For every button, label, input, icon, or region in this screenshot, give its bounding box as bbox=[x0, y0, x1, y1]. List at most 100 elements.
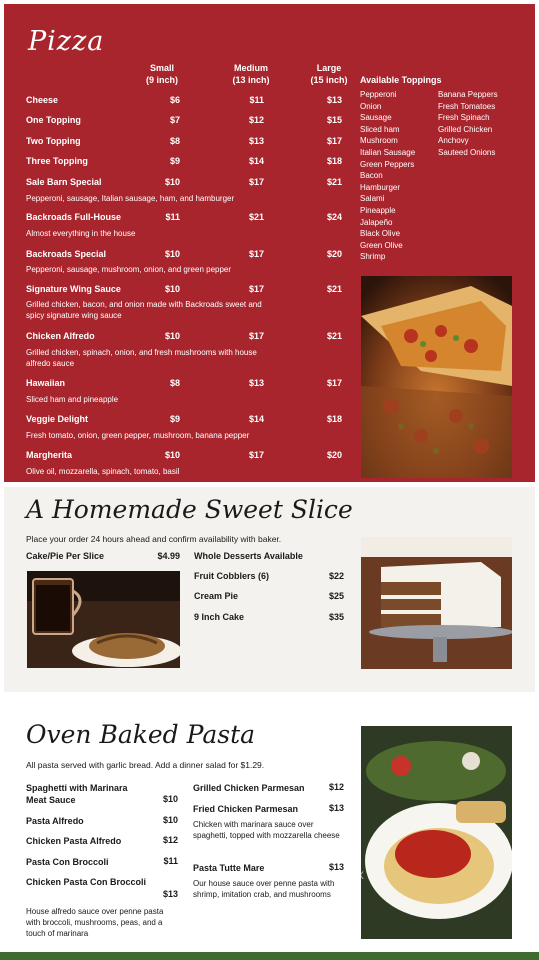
topping-item: Salami bbox=[360, 194, 385, 204]
size-label: Medium bbox=[233, 63, 268, 73]
pizza-price-medium: $17 bbox=[248, 284, 264, 294]
pasta-item-price: $11 bbox=[163, 856, 178, 866]
pizza-price-large: $18 bbox=[326, 414, 342, 424]
pasta-item-name: Pasta Alfredo bbox=[26, 816, 84, 826]
pizza-price-large: $13 bbox=[326, 95, 342, 105]
size-label: Large bbox=[316, 63, 342, 73]
pasta-item-desc: House alfredo sauce over penne pasta wit… bbox=[26, 907, 164, 938]
watermark-text: menupix bbox=[305, 866, 365, 882]
pizza-item-name: Veggie Delight bbox=[26, 414, 89, 424]
pasta-item-name: Pasta Tutte Mare bbox=[193, 863, 265, 873]
pizza-price-large: $17 bbox=[326, 378, 342, 388]
topping-item: Banana Peppers bbox=[438, 90, 498, 99]
pizza-price-small: $7 bbox=[169, 115, 180, 125]
pizza-item-desc: Pepperoni, sausage, mushroom, onion, and… bbox=[26, 265, 232, 274]
pasta-item-price: $13 bbox=[328, 803, 344, 813]
pizza-item-desc: Sliced ham and pineapple bbox=[26, 395, 119, 404]
size-sub: (13 inch) bbox=[232, 75, 270, 85]
topping-item: Black Olive bbox=[360, 229, 401, 239]
pizza-price-small: $6 bbox=[169, 95, 180, 105]
topping-item: Hamburger bbox=[360, 182, 401, 192]
pizza-section: Pizza Small (9 inch) Medium (13 inch) La… bbox=[4, 4, 535, 482]
pizza-item-name: Backroads Full-House bbox=[26, 212, 122, 222]
pizza-price-large: $17 bbox=[326, 136, 342, 146]
pizza-price-small: $9 bbox=[169, 414, 180, 424]
pizza-price-large: $24 bbox=[326, 212, 342, 222]
topping-item: Pepperoni bbox=[360, 90, 397, 99]
pizza-price-large: $21 bbox=[326, 284, 342, 294]
pizza-item-name: Cheese bbox=[26, 95, 59, 105]
pizza-price-medium: $14 bbox=[248, 156, 264, 166]
pizza-price-small: $10 bbox=[164, 249, 180, 259]
size-label: Small bbox=[149, 63, 174, 73]
pizza-price-medium: $17 bbox=[248, 331, 264, 341]
pizza-price-small: $10 bbox=[164, 450, 180, 460]
toppings-list-1: Pepperoni Onion Sausage Sliced ham Mushroom I… bbox=[360, 89, 415, 263]
pizza-price-small: $8 bbox=[169, 378, 180, 388]
topping-item: Pineapple bbox=[360, 205, 396, 215]
topping-item: Green Peppers bbox=[360, 159, 415, 169]
topping-item: Green Olive bbox=[360, 240, 403, 250]
pasta-item-name: Fried Chicken Parmesan bbox=[193, 804, 299, 814]
size-header-small: Small (9 inch) bbox=[132, 62, 192, 86]
dessert-note: Place your order 24 hours ahead and conf… bbox=[26, 534, 282, 544]
pasta-item-price: $12 bbox=[162, 835, 178, 845]
dessert-title: A Homemade Sweet Slice bbox=[26, 495, 353, 524]
pizza-item-name: Signature Wing Sauce bbox=[26, 284, 121, 294]
pasta-item-price: $12 bbox=[328, 782, 344, 792]
pizza-item-name: Backroads Special bbox=[26, 249, 107, 259]
pizza-item-name: Three Topping bbox=[26, 156, 88, 166]
pizza-item-desc: Olive oil, mozzarella, spinach, tomato, … bbox=[26, 467, 180, 476]
size-header-medium: Medium (13 inch) bbox=[216, 62, 286, 86]
topping-item: Italian Sausage bbox=[360, 147, 416, 157]
pizza-price-large: $20 bbox=[326, 450, 342, 460]
dessert-section: A Homemade Sweet Slice Place your order … bbox=[4, 487, 535, 692]
pizza-item-name: Margherita bbox=[26, 450, 73, 460]
pizza-item-desc: Pepperoni, sausage, Italian sausage, ham… bbox=[26, 194, 235, 203]
whole-item-name: 9 Inch Cake bbox=[194, 612, 245, 622]
pasta-item-name: Pasta Con Broccoli bbox=[26, 857, 109, 867]
topping-item: Sausage bbox=[360, 113, 392, 123]
pasta-item-name: Chicken Pasta Alfredo bbox=[26, 836, 122, 846]
pizza-price-medium: $14 bbox=[248, 414, 264, 424]
pasta-item-name: Grilled Chicken Parmesan bbox=[193, 783, 305, 793]
pizza-price-medium: $17 bbox=[248, 177, 264, 187]
size-header-large: Large (15 inch) bbox=[298, 62, 360, 86]
pizza-item-name: Hawaiian bbox=[26, 378, 66, 388]
whole-item-price: $35 bbox=[328, 612, 344, 622]
topping-item: Onion bbox=[360, 101, 382, 111]
pasta-note: All pasta served with garlic bread. Add … bbox=[26, 760, 265, 770]
pasta-item-price: $13 bbox=[162, 889, 178, 899]
pizza-photo bbox=[361, 276, 512, 478]
dessert-cake-photo bbox=[361, 537, 512, 669]
pizza-item-name: Sale Barn Special bbox=[26, 177, 102, 187]
pizza-price-medium: $13 bbox=[248, 378, 264, 388]
topping-item: Grilled Chicken bbox=[438, 124, 493, 134]
footer-accent-bar bbox=[0, 952, 539, 960]
size-sub: (9 inch) bbox=[145, 75, 178, 85]
pasta-section: Oven Baked Pasta All pasta served with g… bbox=[4, 702, 535, 952]
pizza-item-name: Chicken Alfredo bbox=[26, 331, 95, 341]
pasta-item-name: Chicken Pasta Con Broccoli bbox=[26, 877, 147, 887]
pizza-price-small: $10 bbox=[164, 331, 180, 341]
dessert-drink-photo bbox=[27, 571, 180, 668]
slice-price: $4.99 bbox=[157, 551, 180, 561]
pizza-price-medium: $13 bbox=[248, 136, 264, 146]
pizza-price-medium: $17 bbox=[248, 450, 264, 460]
pasta-item-price: $10 bbox=[162, 815, 178, 825]
pizza-item-desc: Grilled chicken, spinach, onion, and fre… bbox=[26, 348, 257, 368]
whole-item-price: $22 bbox=[328, 571, 344, 581]
topping-item: Shrimp bbox=[360, 252, 386, 262]
pizza-item-name: One Topping bbox=[26, 115, 81, 125]
pizza-item-name: Two Topping bbox=[26, 136, 81, 146]
pasta-item-name: Spaghetti with Marinara Meat Sauce bbox=[26, 783, 128, 805]
pizza-price-small: $9 bbox=[169, 156, 180, 166]
pizza-price-small: $10 bbox=[164, 284, 180, 294]
pizza-price-small: $11 bbox=[165, 212, 180, 222]
toppings-header: Available Toppings bbox=[360, 75, 442, 85]
topping-item: Jalapeño bbox=[360, 217, 393, 227]
topping-item: Anchovy bbox=[438, 136, 469, 146]
pizza-price-medium: $11 bbox=[249, 95, 264, 105]
topping-item: Fresh Tomatoes bbox=[438, 101, 496, 111]
whole-item-name: Fruit Cobblers (6) bbox=[194, 571, 270, 581]
